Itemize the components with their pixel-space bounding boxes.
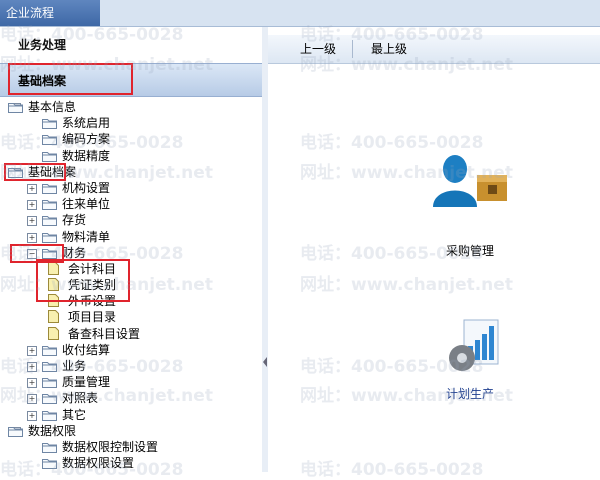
window-title-tab[interactable]: 企业流程 <box>0 0 100 26</box>
folder-icon <box>42 457 57 470</box>
content-panel: 上一级 最上级 采购管理 计划生产 <box>268 27 600 472</box>
tree-node[interactable]: 数据权限设置 <box>0 455 262 471</box>
expand-plus-icon[interactable]: + <box>27 183 37 194</box>
top-level-button[interactable]: 最上级 <box>371 35 407 63</box>
tree-node[interactable]: + 业务 <box>0 358 262 374</box>
up-level-button[interactable]: 上一级 <box>300 35 336 63</box>
tree-node-label: 项目目录 <box>68 310 117 325</box>
tree-node-label: 机构设置 <box>62 180 111 195</box>
tree-node-label: 存货 <box>62 213 87 228</box>
tree-node[interactable]: + 对照表 <box>0 390 262 406</box>
tree-node-label: 物料清单 <box>62 229 111 244</box>
folder-icon <box>42 376 57 389</box>
module-production-label: 计划生产 <box>445 387 494 401</box>
folder-icon <box>42 441 57 453</box>
tree-node[interactable]: + 其它 <box>0 407 262 423</box>
tree-node[interactable]: + 物料清单 <box>0 229 262 245</box>
folder-icon <box>42 198 57 211</box>
module-purchase-label: 采购管理 <box>445 244 494 258</box>
tree-node-label: 其它 <box>62 407 87 422</box>
tree-node-label: 备查科目设置 <box>68 326 141 341</box>
tree-node-label: 基本信息 <box>28 100 77 114</box>
tree-node[interactable]: 备查科目设置 <box>0 326 262 342</box>
production-plan-icon <box>449 319 499 371</box>
toolbar: 上一级 最上级 <box>268 35 600 64</box>
expand-plus-icon[interactable]: + <box>27 378 37 389</box>
tree-node-label: 收付结算 <box>62 342 111 357</box>
tree-node[interactable]: + 收付结算 <box>0 342 262 358</box>
expand-plus-icon[interactable]: + <box>27 232 37 243</box>
tree-node-label: 数据精度 <box>62 148 111 163</box>
expand-plus-icon[interactable]: + <box>27 362 37 372</box>
collapse-arrow-icon[interactable] <box>263 357 267 367</box>
folder-icon <box>42 117 57 130</box>
expand-plus-icon[interactable]: + <box>27 345 37 356</box>
tree-node[interactable]: 数据权限控制设置 <box>0 439 262 455</box>
tree-node-label: 系统启用 <box>62 116 111 131</box>
purchase-manager-icon <box>433 155 507 207</box>
tree-node[interactable]: 数据精度 <box>0 148 262 164</box>
folder-icon <box>8 101 23 113</box>
folder-icon <box>42 231 57 243</box>
highlight-box-basic-archive-node <box>4 163 66 181</box>
module-production[interactable]: 计划生产 <box>420 314 520 401</box>
tree-node[interactable]: + 存货 <box>0 212 262 228</box>
tree-node[interactable]: −基本信息 <box>0 99 262 115</box>
tree-node[interactable]: −数据权限 <box>0 423 262 439</box>
nav-header-business[interactable]: 业务处理 <box>0 32 262 58</box>
tree-node-label: 质量管理 <box>62 375 111 390</box>
tree-node[interactable]: + 质量管理 <box>0 374 262 390</box>
folder-icon <box>42 133 57 146</box>
document-icon <box>48 310 59 324</box>
folder-icon <box>42 214 57 227</box>
tree-node-label: 数据权限控制设置 <box>62 439 159 454</box>
folder-icon <box>42 182 57 194</box>
folder-icon <box>42 392 57 405</box>
tree-node-label: 编码方案 <box>62 132 111 147</box>
module-purchase[interactable]: 采购管理 <box>420 149 520 258</box>
folder-icon <box>42 409 57 421</box>
tree-node-label: 往来单位 <box>62 197 111 212</box>
expand-plus-icon[interactable]: + <box>27 394 37 405</box>
expand-plus-icon[interactable]: + <box>27 410 37 421</box>
folder-icon <box>42 150 57 162</box>
highlight-box-voucher-items <box>36 259 130 302</box>
toolbar-divider <box>352 40 353 58</box>
document-icon <box>48 326 59 340</box>
expand-plus-icon[interactable]: + <box>27 216 37 227</box>
expand-plus-icon[interactable]: + <box>27 200 37 211</box>
tree-node[interactable]: 编码方案 <box>0 131 262 147</box>
folder-icon <box>42 344 57 356</box>
tree-node-label: 数据权限 <box>28 423 77 438</box>
tree-node-label: 业务 <box>62 359 87 373</box>
tree-node-label: 对照表 <box>62 391 99 406</box>
tree-node-label: 数据权限设置 <box>62 456 135 471</box>
tree-node[interactable]: + 往来单位 <box>0 196 262 212</box>
folder-icon <box>8 425 23 437</box>
folder-icon <box>42 360 57 372</box>
window-titlebar: 企业流程 <box>0 0 600 27</box>
highlight-box-basic-archive-tab <box>8 63 133 95</box>
tree-node[interactable]: 项目目录 <box>0 309 262 325</box>
tree-node[interactable]: 系统启用 <box>0 115 262 131</box>
tree-node[interactable]: + 机构设置 <box>0 180 262 196</box>
